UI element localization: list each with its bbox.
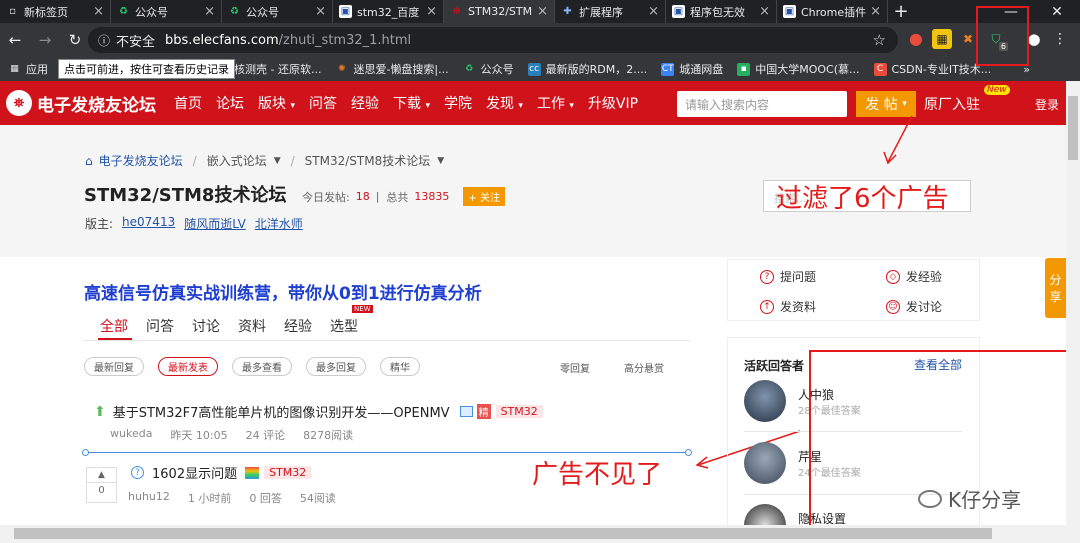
filter-latest-post[interactable]: 最新发表	[158, 357, 218, 376]
featured-badge: 精	[476, 404, 491, 419]
vote-widget: ▲ 0	[86, 467, 117, 503]
wechat-icon	[918, 489, 942, 508]
share-button[interactable]: 分享	[1045, 258, 1066, 318]
post-meta: wukeda 昨天 10:05 24 评论 8278阅读	[110, 427, 354, 443]
post-tabs: 全部 问答 讨论 资料 经验 选型 NEW	[100, 305, 394, 336]
post-tag[interactable]: STM32	[495, 405, 543, 418]
question-icon: ?	[760, 269, 774, 284]
ask-question-link[interactable]: ? 提问题	[760, 268, 816, 285]
screenshot: ▫ 新标签页 × ♻ 公众号 × ♻ 公众号 × ▣ stm32_百度 × ⛯ STM32/STM…	[0, 0, 1080, 543]
books-icon	[245, 466, 260, 479]
removed-ad-divider	[85, 452, 689, 453]
filter-latest-reply[interactable]: 最新回复	[84, 357, 144, 376]
vote-count: 0	[98, 485, 105, 496]
chat-icon: ☺	[886, 299, 900, 314]
list-item: ? 1602显示问题 STM32	[131, 463, 312, 482]
vertical-scroll-thumb[interactable]	[1068, 96, 1078, 160]
tab-qa[interactable]: 问答	[146, 316, 174, 336]
diamond-icon: ◇	[886, 269, 900, 284]
post-experience-link[interactable]: ◇ 发经验	[886, 268, 942, 285]
filter-zero-reply[interactable]: 零回复	[560, 360, 590, 375]
horizontal-scroll-thumb[interactable]	[14, 528, 992, 539]
promo-banner-text[interactable]: 高速信号仿真实战训练营，带你从0到1进行仿真分析	[84, 279, 482, 304]
annotation-box-removed-ad	[809, 350, 1080, 543]
post-tag[interactable]: STM32	[264, 466, 312, 479]
tab-experience[interactable]: 经验	[284, 316, 312, 336]
filter-most-viewed[interactable]: 最多查看	[232, 357, 292, 376]
divider-dot	[82, 449, 89, 456]
annotation-box-extension	[976, 6, 1029, 66]
upload-icon: ↑	[760, 299, 774, 314]
post-title[interactable]: 1602显示问题	[152, 463, 237, 482]
avatar[interactable]	[744, 380, 786, 422]
filter-most-replied[interactable]: 最多回复	[306, 357, 366, 376]
active-answerers-title: 活跃回答者	[744, 359, 805, 373]
watermark: K仔分享	[918, 484, 1021, 513]
tab-discussion[interactable]: 讨论	[192, 316, 220, 336]
list-item: ⬆ 基于STM32F7高性能单片机的图像识别开发——OPENMV 精 STM32	[94, 402, 543, 421]
sort-filters: 最新回复 最新发表 最多查看 最多回复 精华	[84, 357, 434, 376]
divider-dot	[685, 449, 692, 456]
annotation-arrow	[887, 115, 913, 163]
avatar[interactable]	[744, 442, 786, 484]
pinned-arrow-icon: ⬆	[94, 403, 106, 420]
post-material-link[interactable]: ↑ 发资料	[760, 298, 816, 315]
post-title[interactable]: 基于STM32F7高性能单片机的图像识别开发——OPENMV	[113, 402, 450, 421]
upvote-icon[interactable]: ▲	[87, 470, 116, 483]
filter-featured[interactable]: 精华	[380, 357, 420, 376]
new-badge: NEW	[352, 305, 373, 313]
question-icon: ?	[131, 466, 144, 479]
tab-selection[interactable]: 选型 NEW	[330, 305, 376, 336]
post-author[interactable]: huhu12	[128, 490, 170, 506]
post-discussion-link[interactable]: ☺ 发讨论	[886, 298, 942, 315]
tab-divider	[84, 340, 690, 341]
post-author[interactable]: wukeda	[110, 427, 152, 443]
post-meta: huhu12 1 小时前 0 回答 54阅读	[128, 490, 336, 506]
filter-high-bounty[interactable]: 高分悬赏	[624, 360, 664, 375]
tab-material[interactable]: 资料	[238, 316, 266, 336]
tab-all[interactable]: 全部	[100, 316, 128, 336]
active-tab-underline	[98, 338, 132, 340]
image-icon	[459, 406, 473, 417]
